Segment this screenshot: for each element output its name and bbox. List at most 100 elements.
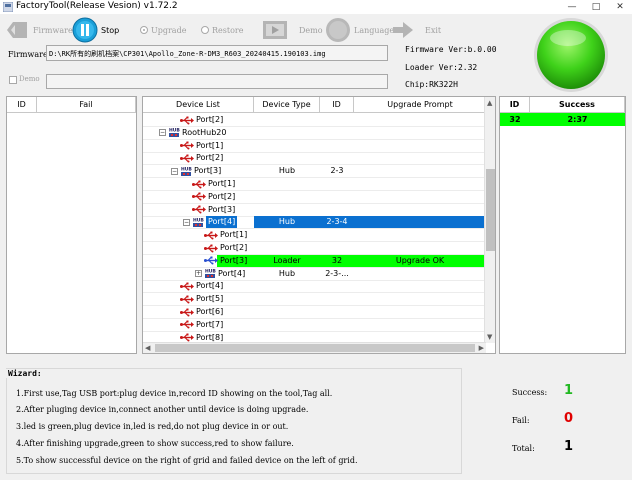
usb-icon [180,116,194,125]
device-row[interactable]: Port[7] [143,319,486,332]
col-device-list[interactable]: Device List [143,97,254,112]
device-row[interactable]: Port[2] [143,191,486,204]
window-title: FactoryTool(Release Vesion) v1.72.2 [16,1,178,11]
svg-text:HUB: HUB [181,166,192,172]
total-count-label: Total: [512,444,535,453]
device-name-cell: Port[1] [195,229,247,241]
fail-col-id[interactable]: ID [7,97,37,112]
restore-radio[interactable]: Restore [201,17,243,43]
device-id-cell [320,114,354,126]
fail-grid[interactable]: ID Fail [6,96,137,354]
success-col-success[interactable]: Success [530,97,625,112]
device-name-cell: Port[2] [171,114,223,126]
expand-icon[interactable]: + [195,270,202,278]
device-name-cell: + HUB Port[4] [195,268,245,280]
status-led-button[interactable] [532,16,610,94]
success-col-id[interactable]: ID [500,97,530,112]
device-row[interactable]: Port[1] [143,229,486,243]
demo-button[interactable]: Demo [262,17,323,43]
horizontal-scrollbar[interactable]: ◀ ▶ [143,342,486,353]
device-id-cell [320,229,354,241]
device-row[interactable]: Port[3] [143,204,486,217]
exit-label: Exit [425,25,442,35]
device-prompt-cell: Upgrade OK [395,255,445,265]
col-upgrade-prompt[interactable]: Upgrade Prompt [354,97,486,112]
scroll-down-icon[interactable]: ▼ [487,333,492,341]
device-type-cell [254,293,320,305]
device-name: Port[4] [196,281,224,291]
language-button[interactable]: Language [325,17,394,43]
scroll-right-icon[interactable]: ▶ [479,344,484,352]
success-row-id: 32 [509,115,521,124]
device-type-cell [254,229,320,241]
device-row[interactable]: Port[1] [143,178,486,191]
usb-icon [180,320,194,329]
device-type-cell [254,306,320,318]
usb-icon [180,308,194,317]
svg-text:HUB: HUB [193,217,204,223]
upgrade-radio[interactable]: Upgrade [140,17,186,43]
horizontal-scroll-thumb[interactable] [155,344,475,352]
device-row[interactable]: − HUB Port[3] Hub 2-3 [143,165,486,179]
demo-checkbox[interactable] [9,76,17,84]
success-row-time: 2:37 [567,115,588,124]
firmware-version: Firmware Ver:b.0.00 [405,45,497,54]
device-name: Port[2] [208,191,236,201]
col-id[interactable]: ID [320,97,354,112]
device-type-cell: Loader [273,255,301,265]
usb-icon [180,282,194,291]
device-name: RootHub20 [182,127,227,137]
close-button[interactable]: ✕ [608,0,632,14]
device-row[interactable]: + HUB Port[4] Hub 2-3-... [143,268,486,281]
device-row[interactable]: Port[2] [143,152,486,166]
stop-button[interactable]: Stop [72,17,119,43]
device-row[interactable]: Port[6] [143,306,486,319]
firmware-path-field[interactable]: D:\RK所有的刷机档案\CP301\Apollo_Zone-R-DM3_R60… [46,45,388,61]
device-type-cell [254,242,320,254]
device-prompt-cell [354,293,486,305]
fail-col-fail[interactable]: Fail [37,97,136,112]
device-id-cell [320,204,354,216]
device-name-cell: Port[2] [195,242,247,254]
device-tree[interactable]: Device List Device Type ID Upgrade Promp… [142,96,496,354]
vertical-scroll-thumb[interactable] [486,169,495,251]
device-row[interactable]: Port[3] Loader 32 Upgrade OK [143,254,486,268]
hub-icon: HUB [192,216,204,228]
device-name: Port[3] [194,166,222,176]
total-count: 1 [564,439,574,454]
collapse-icon[interactable]: − [171,167,178,175]
device-id-cell [320,127,354,139]
device-prompt-cell [354,127,486,139]
device-prompt-cell [354,242,486,254]
firmware-button[interactable]: Firmware [4,17,73,43]
device-row[interactable]: Port[2] [143,242,486,255]
maximize-button[interactable]: □ [584,0,608,14]
device-name-cell: Port[2] [183,191,235,203]
device-row[interactable]: Port[5] [143,293,486,307]
upgrade-radio-dot [140,26,148,34]
minimize-button[interactable]: — [560,0,584,14]
scroll-up-icon[interactable]: ▲ [487,99,492,107]
device-row[interactable]: − HUB RootHub20 [143,127,486,140]
device-prompt-cell [354,152,486,164]
device-id-cell [320,306,354,318]
device-row[interactable]: Port[2] [143,114,486,127]
demo-path-field[interactable] [46,74,388,89]
usb-icon [204,256,218,265]
scroll-left-icon[interactable]: ◀ [145,344,150,352]
device-name-cell: Port[2] [171,152,223,164]
collapse-icon[interactable]: − [183,218,190,226]
col-device-type[interactable]: Device Type [254,97,320,112]
collapse-icon[interactable]: − [159,129,166,137]
exit-button[interactable]: Exit [390,17,441,43]
device-prompt-cell [354,268,486,280]
device-row[interactable]: Port[4] [143,280,486,294]
device-row[interactable]: − HUB Port[4] Hub 2-3-4 [143,216,486,230]
success-grid[interactable]: ID Success 32 2:37 [499,96,626,354]
success-row[interactable]: 32 2:37 [500,113,625,126]
device-row[interactable]: Port[1] [143,140,486,153]
device-name: Port[3] [208,204,236,214]
device-id-cell [320,140,354,152]
device-id-cell [320,152,354,164]
fail-count-label: Fail: [512,416,530,425]
